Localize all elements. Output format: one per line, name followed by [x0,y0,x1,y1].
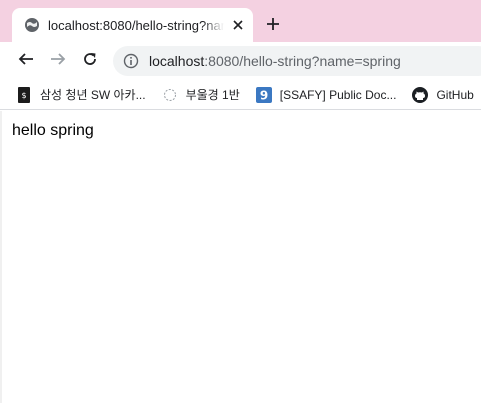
tab-title: localhost:8080/hello-string?name=spring [48,17,224,33]
forward-button[interactable] [47,50,69,72]
bookmark-label: 삼성 청년 SW 아카... [40,88,146,102]
toolbar: localhost:8080/hello-string?name=spring [0,42,481,80]
back-button[interactable] [15,50,37,72]
new-tab-button[interactable] [262,15,284,37]
url-text[interactable]: localhost:8080/hello-string?name=spring [149,53,401,69]
browser-window: localhost:8080/hello-string?name=spring [0,0,481,403]
globe-icon [24,17,40,33]
dotted-circle-icon [162,87,178,103]
bookmark-label: 부울경 1반 [185,88,240,102]
plus-icon [266,17,280,36]
tab-hello-string[interactable]: localhost:8080/hello-string?name=spring [12,8,253,42]
bookmark-label: GitHub [436,87,474,102]
url-host: localhost [149,53,205,69]
tab-strip: localhost:8080/hello-string?name=spring [0,0,481,42]
page-text: hello spring [12,122,94,139]
bookmarks-bar: $ 삼성 청년 SW 아카... 부울경 1반 9 [SSAFY] Public… [0,80,481,110]
github-icon [412,86,429,103]
svg-text:$: $ [21,91,26,100]
svg-text:9: 9 [260,88,268,102]
reload-icon [82,51,98,72]
number-9-icon: 9 [255,86,272,103]
bookmark-github[interactable]: GitHub [412,86,474,103]
bookmark-busan-1[interactable]: 부울경 1반 [162,86,240,103]
url-path: :8080/hello-string?name=spring [204,53,401,69]
samsung-sw-icon: $ [16,86,32,103]
back-arrow-icon [18,51,34,72]
forward-arrow-icon [50,51,66,72]
address-bar[interactable]: localhost:8080/hello-string?name=spring [113,46,481,76]
close-icon[interactable] [230,17,246,33]
reload-button[interactable] [79,50,101,72]
bookmark-label: [SSAFY] Public Doc... [279,87,397,102]
page-content: hello spring [0,111,481,403]
bookmark-ssafy-public-doc[interactable]: 9 [SSAFY] Public Doc... [255,86,397,103]
bookmark-samsung-sw[interactable]: $ 삼성 청년 SW 아카... [16,86,146,103]
left-edge-divider [0,111,2,403]
info-icon[interactable] [123,53,139,69]
